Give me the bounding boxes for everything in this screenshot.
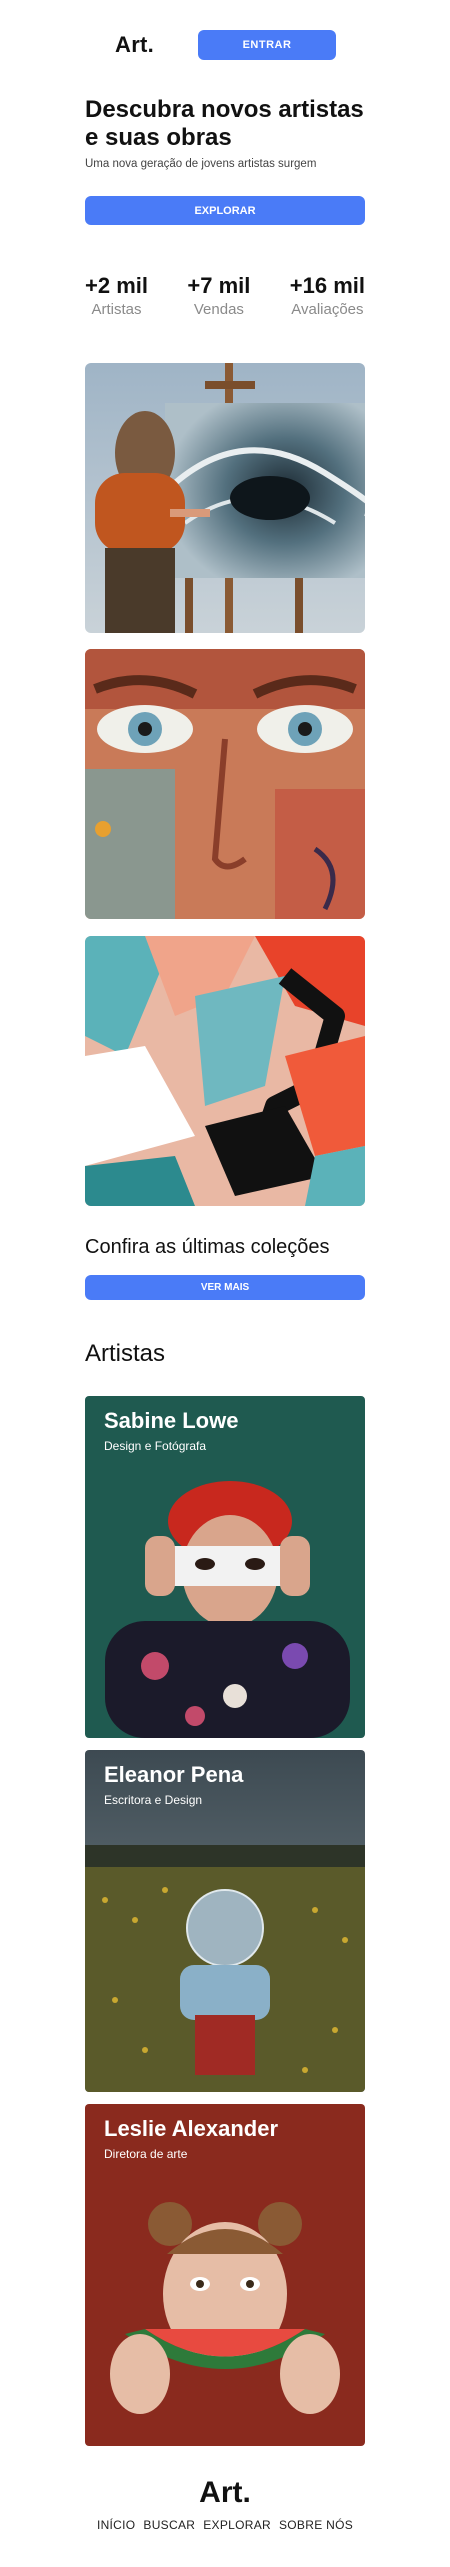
footer-link-explore[interactable]: EXPLORAR	[203, 2518, 271, 2532]
stat-value: +16 mil	[289, 273, 365, 298]
artist-role: Diretora de arte	[104, 2147, 188, 2161]
stat-reviews: +16 mil Avaliações	[290, 273, 365, 318]
stat-value: +7 mil	[187, 273, 251, 298]
see-more-button[interactable]: VER MAIS	[85, 1275, 365, 1300]
artwork-image-face-mural[interactable]	[85, 649, 365, 919]
explore-button[interactable]: EXPLORAR	[85, 196, 365, 225]
footer-link-home[interactable]: INÍCIO	[97, 2518, 135, 2532]
artist-card-sabine-lowe[interactable]: Sabine Lowe Design e Fotógrafa	[85, 1396, 365, 1738]
artist-name: Leslie Alexander	[104, 2116, 279, 2141]
stat-value: +2 mil	[85, 273, 148, 298]
stat-label: Artistas	[91, 301, 142, 318]
artist-card-leslie-alexander[interactable]: Leslie Alexander Diretora de arte	[85, 2104, 365, 2446]
stat-label: Avaliações	[291, 301, 364, 318]
stat-artists: +2 mil Artistas	[85, 273, 148, 318]
header: Art. ENTRAR	[0, 28, 450, 62]
logo[interactable]: Art.	[115, 32, 154, 58]
footer-nav: INÍCIO BUSCAR EXPLORAR SOBRE NÓS	[0, 2518, 450, 2532]
artwork-image-abstract[interactable]	[85, 936, 365, 1206]
artist-name: Sabine Lowe	[104, 1408, 239, 1433]
stats-row: +2 mil Artistas +7 mil Vendas +16 mil Av…	[85, 273, 365, 318]
footer-link-about[interactable]: SOBRE NÓS	[279, 2518, 353, 2532]
hero-title: Descubra novos artistas e suas obras	[85, 96, 364, 151]
footer-logo[interactable]: Art.	[0, 2476, 450, 2510]
hero-section: Descubra novos artistas e suas obras Uma…	[85, 96, 375, 170]
collections-heading: Confira as últimas coleções	[85, 1236, 330, 1258]
enter-button[interactable]: ENTRAR	[198, 30, 336, 60]
artist-name: Eleanor Pena	[104, 1762, 244, 1787]
painter-illustration	[85, 363, 365, 633]
stat-label: Vendas	[193, 301, 244, 318]
artists-heading: Artistas	[85, 1340, 166, 1367]
face-mural-illustration	[85, 649, 365, 919]
footer-link-search[interactable]: BUSCAR	[143, 2518, 195, 2532]
artwork-image-painter[interactable]	[85, 363, 365, 633]
stat-sales: +7 mil Vendas	[187, 273, 250, 318]
hero-subtitle: Uma nova geração de jovens artistas surg…	[85, 158, 317, 170]
artist-role: Design e Fotógrafa	[104, 1439, 207, 1453]
artist-card-eleanor-pena[interactable]: Eleanor Pena Escritora e Design	[85, 1750, 365, 2092]
abstract-illustration	[85, 936, 365, 1206]
artist-role: Escritora e Design	[104, 1793, 203, 1807]
